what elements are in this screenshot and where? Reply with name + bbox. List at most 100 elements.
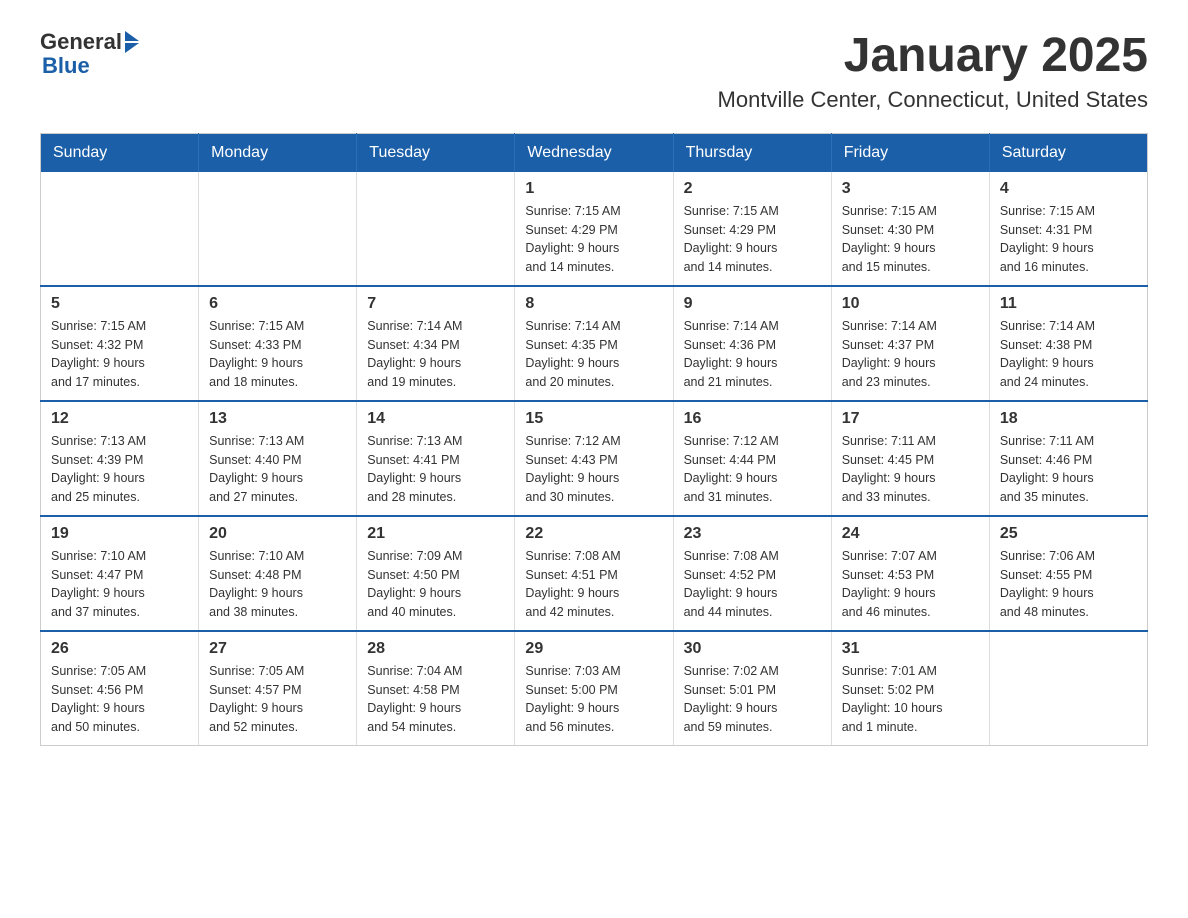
calendar-cell: 14 Sunrise: 7:13 AM Sunset: 4:41 PM Dayli…: [357, 401, 515, 516]
calendar-cell: 3 Sunrise: 7:15 AM Sunset: 4:30 PM Daylig…: [831, 172, 989, 286]
calendar-cell: 5Sunrise: 7:15 AM Sunset: 4:32 PM Daylig…: [41, 286, 199, 401]
day-info: Sunrise: 7:15 AM Sunset: 4:30 PM Dayligh…: [842, 202, 979, 277]
day-number: 11: [1000, 295, 1137, 313]
calendar-cell: 10 Sunrise: 7:14 AM Sunset: 4:37 PM Dayli…: [831, 286, 989, 401]
day-number: 4: [1000, 180, 1137, 198]
calendar-cell: 30 Sunrise: 7:02 AM Sunset: 5:01 PM Dayli…: [673, 631, 831, 746]
calendar-cell: 18Sunrise: 7:11 AM Sunset: 4:46 PM Dayli…: [989, 401, 1147, 516]
day-number: 26: [51, 640, 188, 658]
calendar-cell: 7 Sunrise: 7:14 AM Sunset: 4:34 PM Daylig…: [357, 286, 515, 401]
calendar-cell: 9 Sunrise: 7:14 AM Sunset: 4:36 PM Daylig…: [673, 286, 831, 401]
calendar-cell: 16 Sunrise: 7:12 AM Sunset: 4:44 PM Dayli…: [673, 401, 831, 516]
weekday-header-thursday: Thursday: [673, 133, 831, 172]
calendar-cell: 13 Sunrise: 7:13 AM Sunset: 4:40 PM Dayli…: [199, 401, 357, 516]
day-number: 9: [684, 295, 821, 313]
day-number: 3: [842, 180, 979, 198]
calendar-cell: 23 Sunrise: 7:08 AM Sunset: 4:52 PM Dayli…: [673, 516, 831, 631]
day-number: 28: [367, 640, 504, 658]
calendar-cell: 29Sunrise: 7:03 AM Sunset: 5:00 PM Dayli…: [515, 631, 673, 746]
day-info: Sunrise: 7:02 AM Sunset: 5:01 PM Dayligh…: [684, 662, 821, 737]
day-number: 16: [684, 410, 821, 428]
day-info: Sunrise: 7:14 AM Sunset: 4:38 PM Dayligh…: [1000, 317, 1137, 392]
day-info: Sunrise: 7:14 AM Sunset: 4:34 PM Dayligh…: [367, 317, 504, 392]
day-info: Sunrise: 7:11 AM Sunset: 4:46 PM Dayligh…: [1000, 432, 1137, 507]
calendar-cell: 26Sunrise: 7:05 AM Sunset: 4:56 PM Dayli…: [41, 631, 199, 746]
day-info: Sunrise: 7:10 AM Sunset: 4:47 PM Dayligh…: [51, 547, 188, 622]
weekday-header-wednesday: Wednesday: [515, 133, 673, 172]
day-info: Sunrise: 7:12 AM Sunset: 4:43 PM Dayligh…: [525, 432, 662, 507]
day-info: Sunrise: 7:13 AM Sunset: 4:39 PM Dayligh…: [51, 432, 188, 507]
day-number: 6: [209, 295, 346, 313]
calendar-cell: 21 Sunrise: 7:09 AM Sunset: 4:50 PM Dayli…: [357, 516, 515, 631]
day-info: Sunrise: 7:08 AM Sunset: 4:52 PM Dayligh…: [684, 547, 821, 622]
calendar-cell: [199, 172, 357, 286]
day-info: Sunrise: 7:09 AM Sunset: 4:50 PM Dayligh…: [367, 547, 504, 622]
day-info: Sunrise: 7:01 AM Sunset: 5:02 PM Dayligh…: [842, 662, 979, 737]
day-info: Sunrise: 7:15 AM Sunset: 4:33 PM Dayligh…: [209, 317, 346, 392]
day-number: 24: [842, 525, 979, 543]
title-area: January 2025 Montville Center, Connectic…: [718, 30, 1148, 113]
day-info: Sunrise: 7:04 AM Sunset: 4:58 PM Dayligh…: [367, 662, 504, 737]
day-info: Sunrise: 7:06 AM Sunset: 4:55 PM Dayligh…: [1000, 547, 1137, 622]
day-number: 8: [525, 295, 662, 313]
day-info: Sunrise: 7:14 AM Sunset: 4:37 PM Dayligh…: [842, 317, 979, 392]
day-number: 30: [684, 640, 821, 658]
calendar-cell: 12 Sunrise: 7:13 AM Sunset: 4:39 PM Dayli…: [41, 401, 199, 516]
day-number: 2: [684, 180, 821, 198]
calendar-week-row: 19 Sunrise: 7:10 AM Sunset: 4:47 PM Dayli…: [41, 516, 1148, 631]
calendar-cell: 1Sunrise: 7:15 AM Sunset: 4:29 PM Daylig…: [515, 172, 673, 286]
calendar-cell: 11 Sunrise: 7:14 AM Sunset: 4:38 PM Dayli…: [989, 286, 1147, 401]
day-number: 10: [842, 295, 979, 313]
day-number: 15: [525, 410, 662, 428]
calendar-week-row: 5Sunrise: 7:15 AM Sunset: 4:32 PM Daylig…: [41, 286, 1148, 401]
calendar-cell: 24 Sunrise: 7:07 AM Sunset: 4:53 PM Dayli…: [831, 516, 989, 631]
calendar-week-row: 26Sunrise: 7:05 AM Sunset: 4:56 PM Dayli…: [41, 631, 1148, 746]
calendar-cell: 31Sunrise: 7:01 AM Sunset: 5:02 PM Dayli…: [831, 631, 989, 746]
calendar-cell: 22Sunrise: 7:08 AM Sunset: 4:51 PM Dayli…: [515, 516, 673, 631]
day-number: 17: [842, 410, 979, 428]
day-number: 12: [51, 410, 188, 428]
day-info: Sunrise: 7:13 AM Sunset: 4:41 PM Dayligh…: [367, 432, 504, 507]
calendar-week-row: 1 Sunrise: 7:15 AM Sunset: 4:29 PM Daylig…: [41, 172, 1148, 286]
calendar-cell: 15 Sunrise: 7:12 AM Sunset: 4:43 PM Dayli…: [515, 401, 673, 516]
weekday-header-saturday: Saturday: [989, 133, 1147, 172]
day-number: 13: [209, 410, 346, 428]
calendar-cell: [41, 172, 199, 286]
calendar-cell: 27Sunrise: 7:05 AM Sunset: 4:57 PM Dayli…: [199, 631, 357, 746]
location-title: Montville Center, Connecticut, United St…: [718, 87, 1148, 113]
day-number: 14: [367, 410, 504, 428]
calendar-cell: 19 Sunrise: 7:10 AM Sunset: 4:47 PM Dayli…: [41, 516, 199, 631]
day-number: 29: [525, 640, 662, 658]
weekday-header-monday: Monday: [199, 133, 357, 172]
day-info: Sunrise: 7:10 AM Sunset: 4:48 PM Dayligh…: [209, 547, 346, 622]
logo: General Blue: [40, 30, 139, 78]
calendar-cell: [989, 631, 1147, 746]
calendar-cell: 6 Sunrise: 7:15 AM Sunset: 4:33 PM Daylig…: [199, 286, 357, 401]
day-number: 20: [209, 525, 346, 543]
day-number: 21: [367, 525, 504, 543]
calendar-cell: 20 Sunrise: 7:10 AM Sunset: 4:48 PM Dayli…: [199, 516, 357, 631]
calendar-cell: 17 Sunrise: 7:11 AM Sunset: 4:45 PM Dayli…: [831, 401, 989, 516]
day-number: 25: [1000, 525, 1137, 543]
day-info: Sunrise: 7:11 AM Sunset: 4:45 PM Dayligh…: [842, 432, 979, 507]
day-info: Sunrise: 7:13 AM Sunset: 4:40 PM Dayligh…: [209, 432, 346, 507]
day-info: Sunrise: 7:14 AM Sunset: 4:35 PM Dayligh…: [525, 317, 662, 392]
day-number: 27: [209, 640, 346, 658]
calendar-cell: 2 Sunrise: 7:15 AM Sunset: 4:29 PM Daylig…: [673, 172, 831, 286]
calendar-table: SundayMondayTuesdayWednesdayThursdayFrid…: [40, 133, 1148, 746]
day-info: Sunrise: 7:15 AM Sunset: 4:32 PM Dayligh…: [51, 317, 188, 392]
page-header: General Blue January 2025 Montville Cent…: [40, 30, 1148, 113]
calendar-cell: 8 Sunrise: 7:14 AM Sunset: 4:35 PM Daylig…: [515, 286, 673, 401]
day-number: 7: [367, 295, 504, 313]
weekday-header-row: SundayMondayTuesdayWednesdayThursdayFrid…: [41, 133, 1148, 172]
day-number: 23: [684, 525, 821, 543]
calendar-cell: 25 Sunrise: 7:06 AM Sunset: 4:55 PM Dayli…: [989, 516, 1147, 631]
day-number: 1: [525, 180, 662, 198]
day-info: Sunrise: 7:15 AM Sunset: 4:29 PM Dayligh…: [684, 202, 821, 277]
calendar-cell: 28 Sunrise: 7:04 AM Sunset: 4:58 PM Dayli…: [357, 631, 515, 746]
day-info: Sunrise: 7:14 AM Sunset: 4:36 PM Dayligh…: [684, 317, 821, 392]
day-number: 19: [51, 525, 188, 543]
weekday-header-friday: Friday: [831, 133, 989, 172]
day-info: Sunrise: 7:07 AM Sunset: 4:53 PM Dayligh…: [842, 547, 979, 622]
day-info: Sunrise: 7:12 AM Sunset: 4:44 PM Dayligh…: [684, 432, 821, 507]
